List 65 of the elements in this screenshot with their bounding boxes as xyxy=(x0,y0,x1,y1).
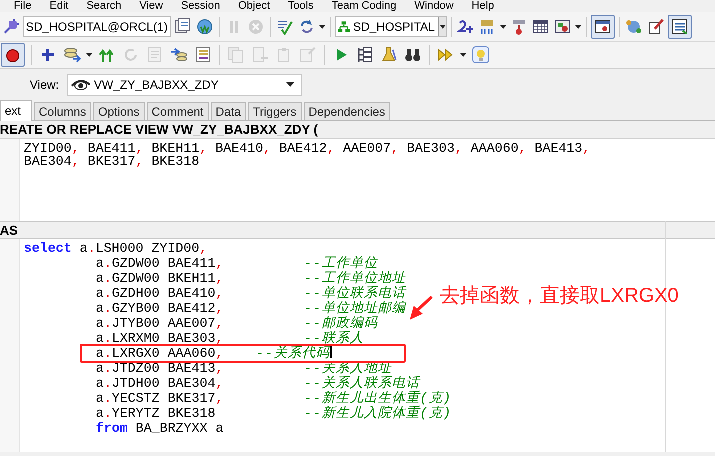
code-line: a.YERYTZ BKE318 --新生儿入院体重(克) xyxy=(95,406,452,421)
tab[interactable]: Comment xyxy=(146,102,209,120)
globe-icon[interactable] xyxy=(196,18,214,36)
tab[interactable]: ext xyxy=(0,100,32,121)
plus-icon[interactable] xyxy=(457,18,475,36)
dropdown-arrow-icon[interactable] xyxy=(86,53,93,57)
menu-item[interactable]: Team Coding xyxy=(332,0,397,12)
outline-icon[interactable] xyxy=(356,46,374,64)
code-line: a.LXRGX0 AAA060, --关系代码 xyxy=(95,346,332,361)
column-list-line: ZYID00, BAE411, BKEH11, BAE410, BAE412, AAE007, BAE303, AAA060, BAE413, xyxy=(24,142,591,155)
code-line: a.YECSTZ BKE317, --新生儿出生体重(克) xyxy=(95,391,452,406)
view-select[interactable]: VW_ZY_BAJBXX_ZDY xyxy=(67,74,302,96)
menu-item[interactable]: Window xyxy=(414,0,454,12)
flask-icon[interactable] xyxy=(380,46,398,64)
code-line: a.JTYB00 AAE007, --邮政编码 xyxy=(95,316,378,331)
caret-icon xyxy=(440,24,446,28)
schema-select[interactable]: SD_HOSPITAL xyxy=(335,16,447,37)
dropdown-arrow-icon[interactable] xyxy=(575,24,582,28)
caret-icon xyxy=(286,82,296,87)
bulb-icon[interactable] xyxy=(472,46,490,64)
edit-icon[interactable] xyxy=(647,18,665,36)
dropdown-arrow-icon[interactable] xyxy=(500,24,507,28)
dropdown-arrow-icon[interactable] xyxy=(460,53,467,57)
eye-icon xyxy=(71,78,92,90)
menu-item[interactable]: Help xyxy=(472,0,494,12)
document-icon[interactable] xyxy=(194,46,212,64)
code-line: from BA_BRZYXX a xyxy=(95,421,224,436)
code-line: a.GZYB00 BAE412, --单位地址邮编 xyxy=(95,301,406,316)
code-line: a.GZDW00 BAE411, --工作单位 xyxy=(95,256,378,271)
tab[interactable]: Dependencies xyxy=(304,102,390,120)
annotation-arrow xyxy=(408,296,433,322)
tab[interactable]: Data xyxy=(210,102,246,120)
binoculars-icon[interactable] xyxy=(404,46,422,64)
stack-icon[interactable] xyxy=(63,46,81,64)
page-stack-icon[interactable] xyxy=(174,18,192,36)
dropdown-arrow-icon[interactable] xyxy=(319,24,326,28)
menu-item[interactable]: Session xyxy=(181,0,220,12)
cycle-arrows-icon[interactable] xyxy=(298,18,316,36)
menu-item[interactable]: Edit xyxy=(50,0,69,12)
code-line: select a.LSH000 ZYID00, xyxy=(24,241,208,256)
menu-item[interactable]: Tools xyxy=(288,0,314,12)
column-list-line: BAE304, BKE317, BKE318 xyxy=(24,155,200,168)
code-line: a.GZDH00 BAE410, --单位联系电话 xyxy=(95,286,406,301)
view-header: REATE OR REPLACE VIEW VW_ZY_BAJBXX_ZDY ( xyxy=(0,121,715,139)
tab[interactable]: Triggers xyxy=(248,102,302,120)
plug-icon[interactable] xyxy=(2,18,20,36)
connection-select[interactable]: SD_HOSPITAL@ORCL(1) xyxy=(23,16,171,37)
plus-icon[interactable] xyxy=(39,46,57,64)
code-line: a.GZDW00 BKEH11, --工作单位地址 xyxy=(95,271,406,286)
menu-item[interactable]: Search xyxy=(86,0,122,12)
tab[interactable]: Columns xyxy=(34,102,92,120)
annotation-text: 去掉函数，直接取LXRGX0 xyxy=(440,284,679,308)
layers-icon[interactable] xyxy=(170,46,188,64)
view-label: View: xyxy=(30,76,60,94)
tab[interactable]: Options xyxy=(93,102,145,120)
as-header: AS xyxy=(0,221,715,239)
fast-forward-icon[interactable] xyxy=(437,46,455,64)
code-line: a.JTDH00 BAE304, --关系人联系电话 xyxy=(95,376,420,391)
menu-item[interactable]: File xyxy=(14,0,32,12)
code-line: a.LXRXM0 BAE303, --联系人 xyxy=(95,331,364,346)
menu-item[interactable]: Object xyxy=(238,0,270,12)
tree-icon xyxy=(338,20,350,34)
picture-icon[interactable] xyxy=(554,18,572,36)
menu-item[interactable]: View xyxy=(140,0,164,12)
grid-icon[interactable] xyxy=(532,18,550,36)
